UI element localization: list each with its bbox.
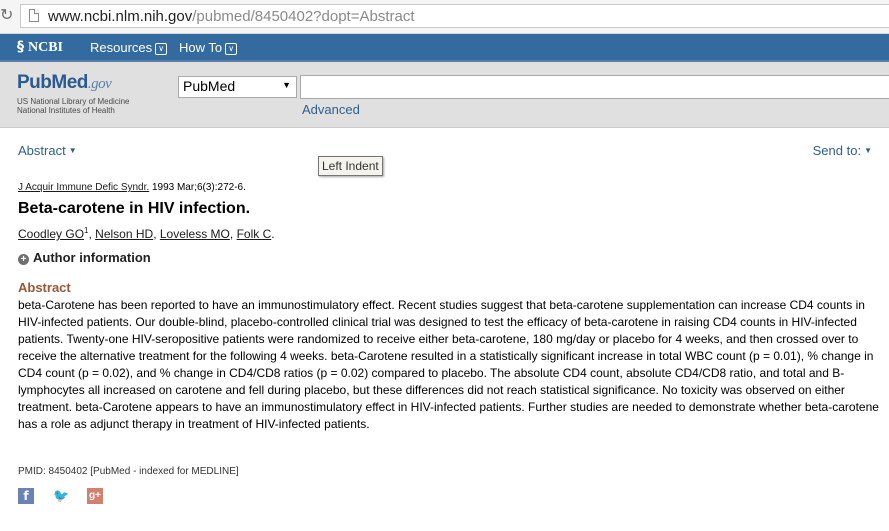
send-to-label: Send to: [812,143,862,158]
expand-plus-icon: + [18,254,29,265]
send-to-menu[interactable]: Send to: ▼ [813,143,872,158]
reload-icon[interactable]: ↻ [0,7,13,25]
author-information-label: Author information [33,250,151,265]
abstract-heading: Abstract [18,280,71,295]
url-host: www.ncbi.nlm.nih.gov [48,8,193,25]
abstract-text: beta-Carotene has been reported to have … [18,298,879,431]
google-plus-icon[interactable]: g+ [87,488,103,504]
chevron-down-icon: ▼ [864,146,872,155]
logo-pub: Pub [17,72,52,93]
logo-subtitle-2: National Institutes of Health [17,106,115,115]
display-toolbar: Abstract ▼ Send to: ▼ [0,143,889,163]
url-text[interactable]: www.ncbi.nlm.nih.gov/pubmed/8450402?dopt… [48,8,415,25]
howto-menu-label: How To [179,40,223,55]
format-menu[interactable]: Abstract ▼ [18,143,77,158]
chevron-down-icon: ▼ [68,146,77,155]
logo-gov: .gov [87,76,112,92]
tooltip: Left Indent [318,156,383,176]
dropdown-arrow-icon: ▼ [282,80,291,90]
search-input[interactable] [300,75,889,99]
facebook-icon[interactable]: f [18,488,34,504]
database-select-value: PubMed [183,78,236,94]
ncbi-logo-icon: § [17,39,24,55]
author-link[interactable]: Folk C [237,227,272,241]
article-title: Beta-carotene in HIV infection. [18,200,251,217]
pmid-line: PMID: 8450402 [PubMed - indexed for MEDL… [18,466,239,477]
logo-med: Med [51,72,88,93]
logo-subtitle-1: US National Library of Medicine [17,97,130,106]
resources-menu-label: Resources [90,40,153,55]
resources-menu[interactable]: Resources ∨ [90,40,168,55]
database-select[interactable]: PubMed ▼ [178,76,297,98]
author-link[interactable]: Loveless MO [160,227,230,241]
twitter-icon[interactable]: 🐦 [53,488,69,504]
pubmed-search-bar: PubMed.gov US National Library of Medici… [0,62,889,128]
citation-details: 1993 Mar;6(3):272-6. [149,182,246,193]
pubmed-logo-mark: PubMed.gov [17,72,130,94]
author-information-toggle[interactable]: + Author information [18,250,151,265]
author-link[interactable]: Coodley GO [18,227,84,241]
howto-menu[interactable]: How To ∨ [179,40,238,55]
address-field[interactable]: www.ncbi.nlm.nih.gov/pubmed/8450402?dopt… [20,4,889,28]
author-list: Coodley GO1, Nelson HD, Loveless MO, Fol… [18,226,275,241]
journal-link[interactable]: J Acquir Immune Defic Syndr. [18,182,149,193]
format-menu-label: Abstract [18,143,66,158]
chevron-down-icon: ∨ [225,43,238,55]
author-link[interactable]: Nelson HD [95,227,153,241]
chevron-down-icon: ∨ [155,43,168,55]
page-icon [29,9,39,22]
ncbi-header-bar: § NCBI Resources ∨ How To ∨ [0,34,889,62]
ncbi-logo[interactable]: § NCBI [17,39,63,56]
ncbi-logo-text: NCBI [28,40,64,55]
url-path: /pubmed/8450402?dopt=Abstract [192,8,415,25]
advanced-search-link[interactable]: Advanced [302,102,360,117]
citation-line: J Acquir Immune Defic Syndr. 1993 Mar;6(… [18,182,246,193]
pubmed-logo[interactable]: PubMed.gov US National Library of Medici… [17,72,130,115]
browser-url-bar: ↻ www.ncbi.nlm.nih.gov/pubmed/8450402?do… [0,0,889,34]
